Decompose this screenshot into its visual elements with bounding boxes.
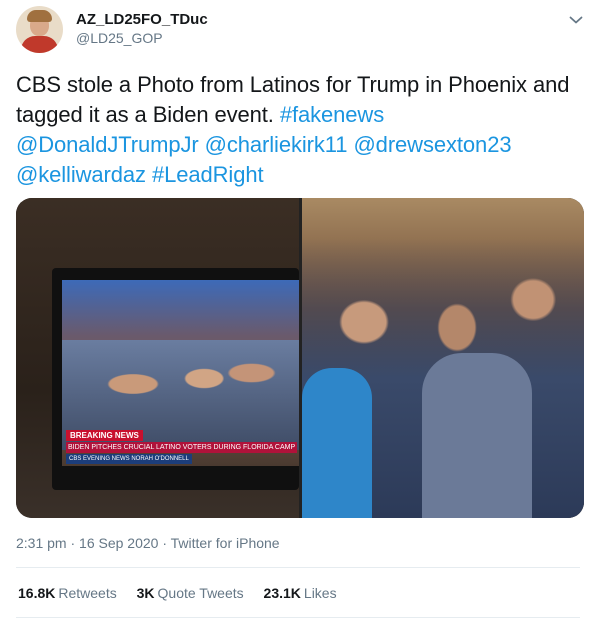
retweets-stat[interactable]: 16.8K Retweets [18, 583, 117, 603]
divider [16, 567, 580, 568]
tweet-header: AZ_LD25FO_TDuc @LD25_GOP [16, 6, 588, 56]
tweet-stats: 16.8K Retweets 3K Quote Tweets 23.1K Likes [18, 583, 353, 603]
author-names: AZ_LD25FO_TDuc @LD25_GOP [76, 10, 208, 48]
avatar[interactable] [16, 6, 63, 53]
avatar-hair [27, 10, 52, 22]
likes-stat[interactable]: 23.1K Likes [264, 583, 337, 603]
tweet-card: AZ_LD25FO_TDuc @LD25_GOP CBS stole a Pho… [0, 0, 596, 621]
crowd-woman [302, 368, 372, 518]
news-show-name: CBS EVENING NEWS NORAH O'DONNELL [66, 454, 192, 464]
mention-kelliwardaz[interactable]: @kelliwardaz [16, 162, 146, 187]
likes-label: Likes [303, 585, 337, 601]
media-grid: BREAKING NEWS BIDEN PITCHES CRUCIAL LATI… [16, 198, 584, 518]
hashtag-leadright[interactable]: #LeadRight [152, 162, 264, 187]
news-ticker: BREAKING NEWS BIDEN PITCHES CRUCIAL LATI… [62, 430, 299, 466]
crowd-man-suit [422, 353, 532, 518]
retweets-label: Retweets [58, 585, 117, 601]
quote-tweets-stat[interactable]: 3K Quote Tweets [137, 583, 244, 603]
user-handle[interactable]: @LD25_GOP [76, 29, 208, 48]
chevron-down-icon[interactable] [564, 8, 588, 32]
display-name[interactable]: AZ_LD25FO_TDuc [76, 10, 208, 29]
tweet-date[interactable]: 16 Sep 2020 [79, 535, 158, 551]
news-headline: BIDEN PITCHES CRUCIAL LATINO VOTERS DURI… [66, 442, 297, 453]
tweet-text: CBS stole a Photo from Latinos for Trump… [16, 70, 588, 190]
likes-count: 23.1K [263, 585, 301, 601]
quote-tweets-label: Quote Tweets [157, 585, 244, 601]
avatar-shirt [21, 36, 58, 53]
mention-drewsexton23[interactable]: @drewsexton23 [353, 132, 511, 157]
tv-screen: BREAKING NEWS BIDEN PITCHES CRUCIAL LATI… [62, 280, 299, 466]
quote-tweets-count: 3K [136, 585, 155, 601]
tweet-source[interactable]: Twitter for iPhone [171, 535, 280, 551]
mention-charliekirk11[interactable]: @charliekirk11 [205, 132, 348, 157]
hashtag-fakenews[interactable]: #fakenews [280, 102, 384, 127]
divider [16, 617, 580, 618]
meta-separator: · [162, 535, 168, 551]
tweet-meta: 2:31 pm · 16 Sep 2020 · Twitter for iPho… [16, 533, 280, 553]
media-image-tv[interactable]: BREAKING NEWS BIDEN PITCHES CRUCIAL LATI… [16, 198, 299, 518]
breaking-news-label: BREAKING NEWS [66, 430, 143, 441]
tweet-time[interactable]: 2:31 pm [16, 535, 67, 551]
tv-set: BREAKING NEWS BIDEN PITCHES CRUCIAL LATI… [52, 268, 299, 490]
meta-separator: · [70, 535, 76, 551]
media-image-crowd[interactable] [302, 198, 584, 518]
retweets-count: 16.8K [18, 585, 56, 601]
mention-donaldjtrumpjr[interactable]: @DonaldJTrumpJr [16, 132, 199, 157]
